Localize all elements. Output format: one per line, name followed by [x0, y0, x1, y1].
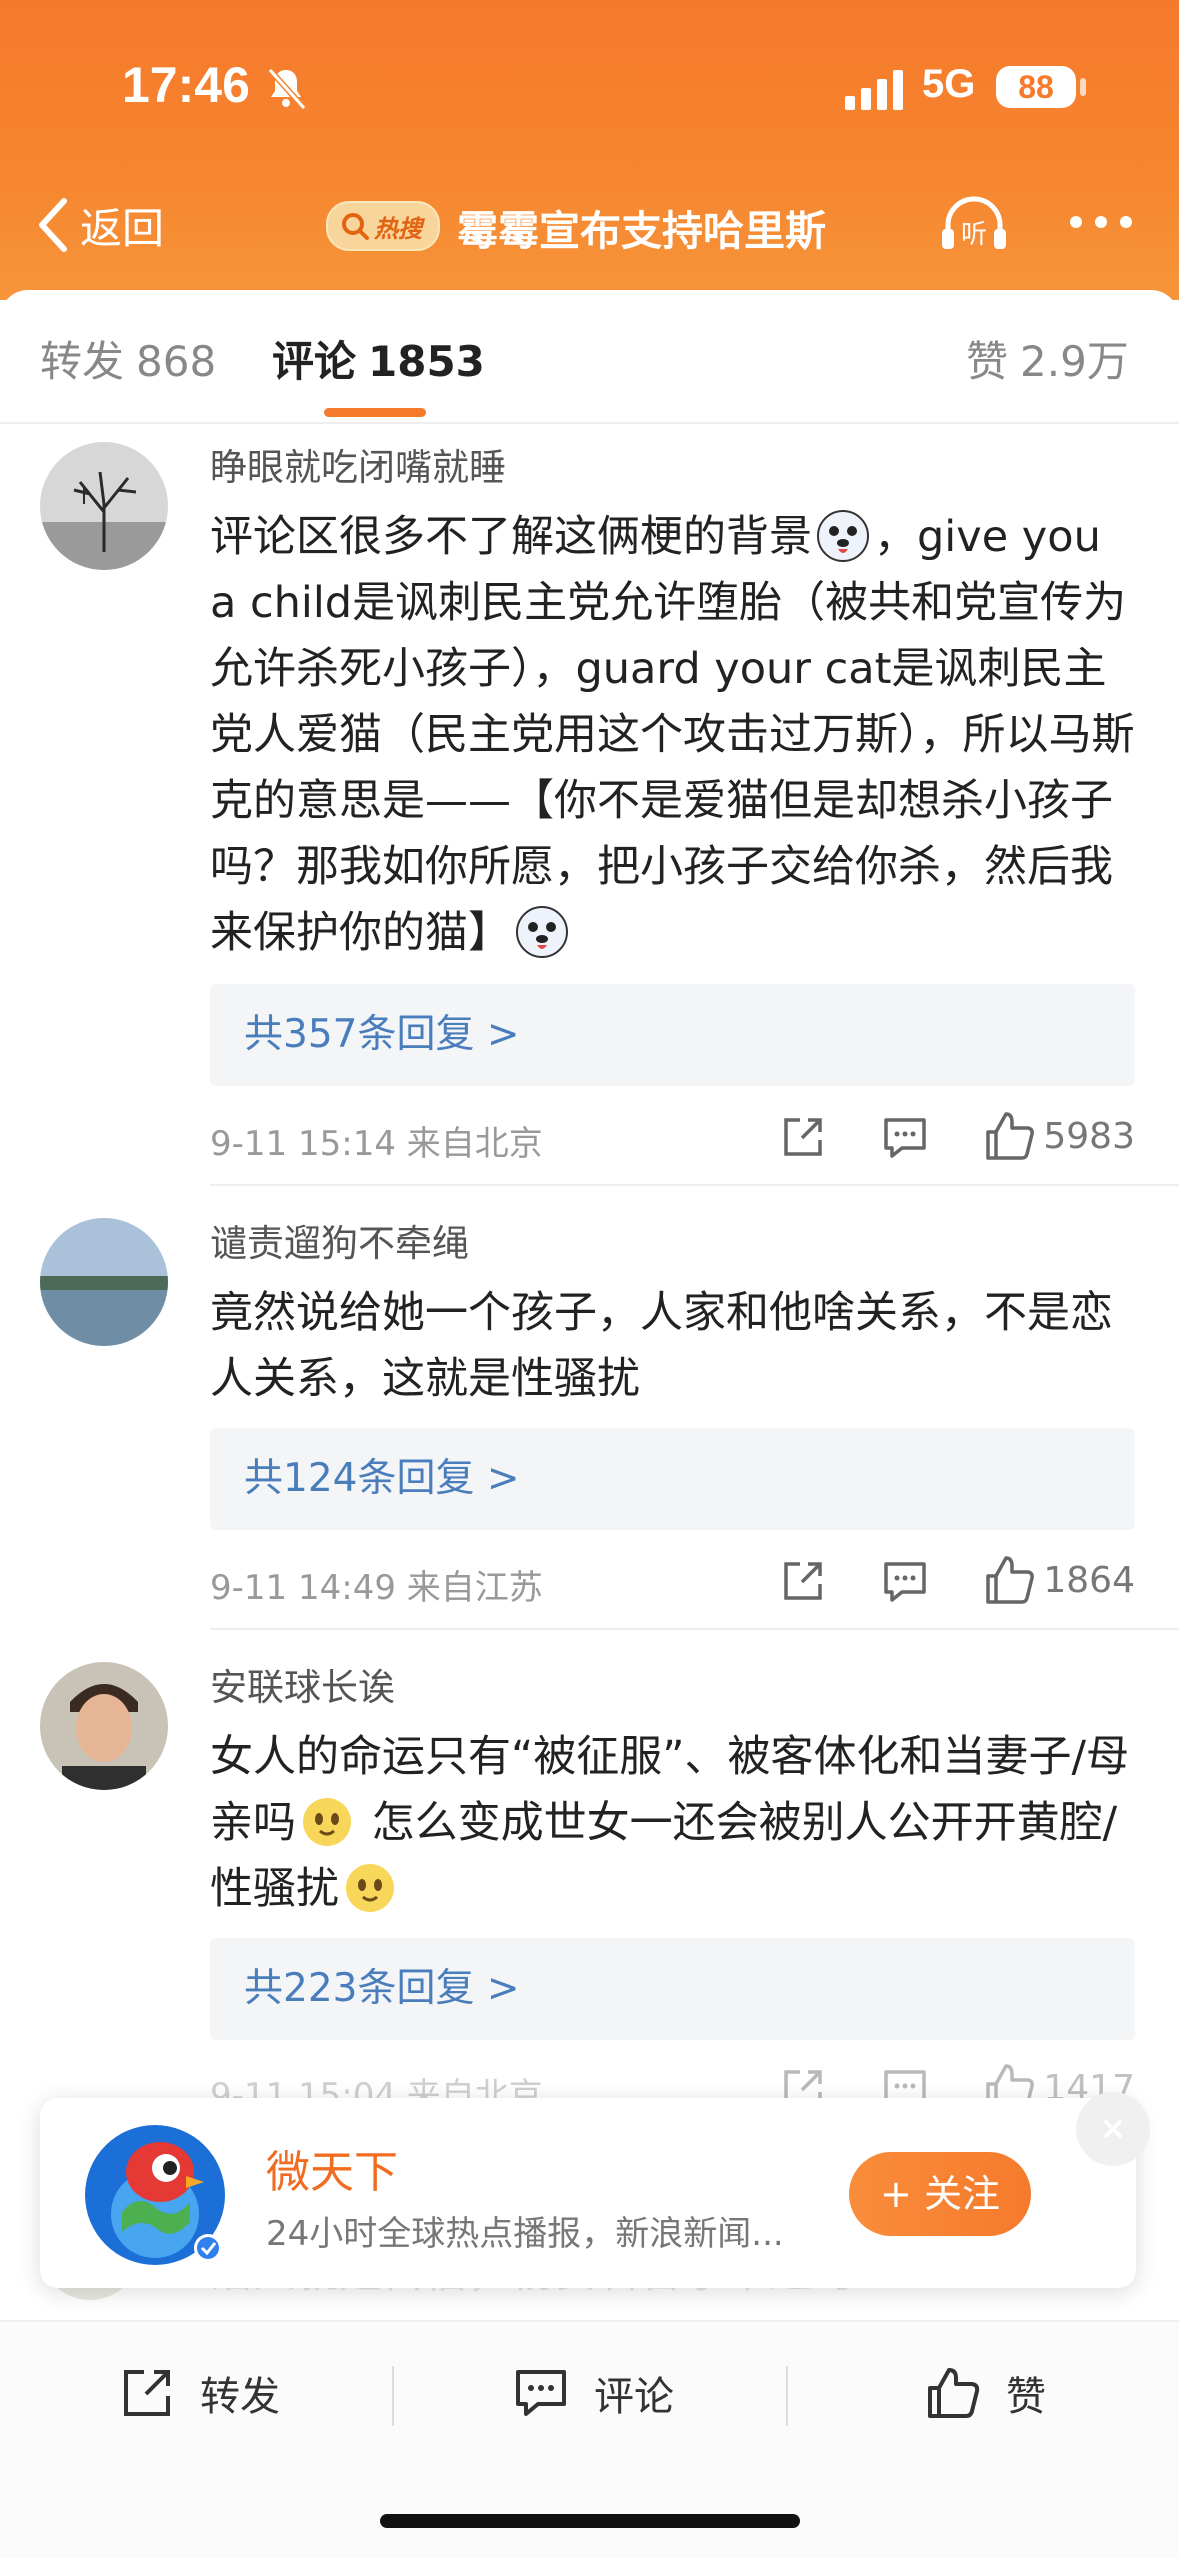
comment-username[interactable]: 安联球长诶 [210, 1662, 1135, 1714]
tab-likes-count: 2.9万 [1020, 337, 1129, 386]
close-icon[interactable] [1076, 2092, 1150, 2166]
like-label: 赞 [1006, 2374, 1046, 2420]
like-count: 5983 [1043, 1116, 1135, 1157]
melting-face-emoji-icon [346, 1864, 394, 1912]
divider [210, 1184, 1179, 1186]
tab-likes[interactable]: 赞 2.9万 [966, 328, 1129, 389]
battery-tip [1080, 78, 1086, 96]
comment-text: 竟然说给她一个孩子，人家和他啥关系，不是恋人关系，这就是性骚扰 [210, 1288, 1113, 1404]
account-name: 微天下 [266, 2147, 398, 2198]
divider [0, 422, 1179, 424]
repost-label: 转发 [200, 2374, 280, 2420]
like-icon[interactable] [982, 1552, 1038, 1608]
like-icon [928, 2368, 980, 2418]
signal-icon [845, 70, 903, 110]
avatar[interactable] [40, 1218, 168, 1346]
like-icon[interactable] [982, 1108, 1038, 1164]
tab-comments[interactable]: 评论 1853 [272, 328, 485, 389]
comment-username[interactable]: 谴责遛狗不牵绳 [210, 1218, 1135, 1270]
view-replies-link[interactable]: 共357条回复 > [210, 984, 1135, 1086]
hot-badge-label: 热搜 [374, 214, 422, 243]
battery-level: 88 [1018, 69, 1054, 105]
divider [210, 1628, 1179, 1630]
divider [392, 2366, 394, 2426]
network-type: 5G [922, 62, 976, 106]
weitianxia-logo [85, 2125, 225, 2265]
back-button[interactable]: 返回 [34, 195, 164, 255]
melting-face-emoji-icon [303, 1798, 351, 1846]
comment-time-location: 9-11 15:14 来自北京 [210, 1124, 543, 1164]
tab-repost-label: 转发 [40, 337, 125, 386]
tab-comments-count: 1853 [368, 337, 485, 386]
search-icon [342, 213, 369, 240]
more-icon[interactable] [1066, 207, 1136, 237]
headphones-listen-icon[interactable]: 听 [938, 195, 1010, 255]
view-replies-link[interactable]: 共223条回复 > [210, 1938, 1135, 2040]
page-title: 霉霉宣布支持哈里斯 [457, 207, 826, 255]
status-bar: 17:46 5G 88 [0, 50, 1179, 120]
comment-text: 女人的命运只有“被征服”、被客体化和当妻子/母亲吗 怎么变成世女一还会被别人公开… [210, 1724, 1135, 1922]
avatar[interactable] [40, 442, 168, 570]
comment-meta: 9-11 14:49 来自江苏 1864 [210, 1552, 1135, 1612]
account-description: 24小时全球热点播报，新浪新闻... [266, 2214, 784, 2254]
repost-button[interactable]: 转发 [118, 2358, 280, 2428]
bell-muted-icon [267, 67, 307, 111]
recommend-follow-card[interactable]: 微天下 24小时全球热点播报，新浪新闻... + 关注 [40, 2098, 1136, 2288]
comment-username[interactable]: 睁眼就吃闭嘴就睡 [210, 442, 1135, 494]
tab-comments-label: 评论 [272, 337, 357, 386]
comment-time-location: 9-11 14:49 来自江苏 [210, 1568, 543, 1608]
follow-button[interactable]: + 关注 [849, 2152, 1031, 2236]
repost-icon [124, 2370, 170, 2416]
comment-text-part: ，give you a child是讽刺民主党允许堕胎（被共和党宣传为允许杀死小… [210, 512, 1135, 958]
share-icon[interactable] [778, 1556, 828, 1606]
hot-search-badge[interactable]: 热搜 [326, 201, 440, 251]
share-icon[interactable] [778, 1112, 828, 1162]
comment-icon[interactable] [880, 1556, 930, 1606]
comment-text: 评论区很多不了解这俩梗的背景 ，give you a child是讽刺民主党允许… [210, 504, 1135, 966]
listen-label: 听 [961, 220, 987, 250]
like-button[interactable]: 赞 [924, 2358, 1046, 2428]
chevron-left-icon [39, 198, 67, 252]
tab-repost[interactable]: 转发 868 [40, 328, 216, 389]
comment-icon[interactable] [880, 1112, 930, 1162]
comment-text-part: 评论区很多不了解这俩梗的背景 [210, 512, 812, 562]
comment-icon [516, 2370, 566, 2416]
tab-repost-count: 868 [136, 337, 217, 386]
comment-button[interactable]: 评论 [512, 2358, 674, 2428]
divider [786, 2366, 788, 2426]
battery-icon: 88 [996, 66, 1076, 108]
status-time: 17:46 [122, 57, 250, 113]
view-replies-link[interactable]: 共124条回复 > [210, 1428, 1135, 1530]
doge-emoji-icon [817, 510, 869, 562]
nav-bar: 返回 热搜 霉霉宣布支持哈里斯 听 [0, 185, 1179, 265]
home-indicator[interactable] [380, 2514, 800, 2528]
comment-label: 评论 [594, 2374, 674, 2420]
avatar[interactable] [40, 1662, 168, 1790]
tab-likes-label: 赞 [966, 337, 1009, 386]
header: 17:46 5G 88 返回 热搜 霉霉宣布支持哈里斯 听 [0, 0, 1179, 300]
comment-meta: 9-11 15:14 来自北京 5983 [210, 1108, 1135, 1168]
back-label: 返回 [80, 203, 165, 253]
active-tab-indicator [324, 408, 426, 417]
like-count: 1864 [1043, 1560, 1135, 1601]
doge-emoji-icon [516, 906, 568, 958]
